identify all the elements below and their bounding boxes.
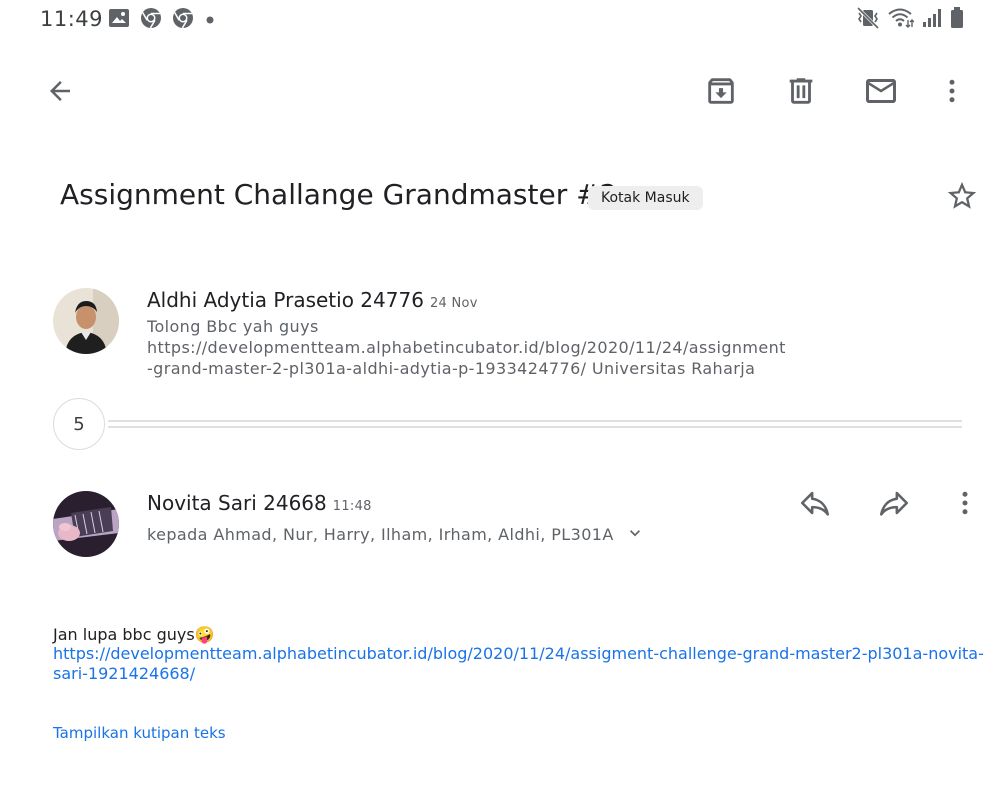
- forward-button[interactable]: [870, 481, 918, 529]
- back-arrow-icon: [45, 76, 75, 110]
- archive-icon: [704, 74, 738, 112]
- delete-button[interactable]: [777, 69, 825, 117]
- collapsed-divider: [108, 420, 962, 422]
- more-vert-icon: [937, 76, 967, 110]
- snippet-line: Tolong Bbc yah guys https://developmentt…: [147, 317, 786, 357]
- chrome-icon: [140, 7, 162, 33]
- wifi-icon: [888, 7, 915, 33]
- message-link[interactable]: https://developmentteam.alphabetincubato…: [53, 644, 984, 683]
- chevron-down-icon[interactable]: [625, 523, 645, 548]
- message-more-button[interactable]: [941, 481, 989, 529]
- recipients-text: kepada Ahmad, Nur, Harry, Ilham, Irham, …: [147, 525, 614, 544]
- signal-icon: [922, 8, 942, 32]
- dot-icon: [204, 11, 216, 30]
- more-options-button[interactable]: [928, 69, 976, 117]
- star-outline-icon: [945, 179, 979, 217]
- message-snippet[interactable]: Tolong Bbc yah guys https://developmentt…: [147, 316, 947, 379]
- status-left-icons: [108, 7, 216, 33]
- reply-button[interactable]: [791, 481, 839, 529]
- snippet-line: -grand-master-2-pl301a-aldhi-adytia-p-19…: [147, 359, 756, 378]
- body-text: Jan lupa bbc guys: [53, 625, 195, 644]
- body-text-line: Jan lupa bbc guys🤪: [53, 625, 984, 644]
- back-button[interactable]: [36, 69, 84, 117]
- delete-icon: [784, 74, 818, 112]
- forward-icon: [877, 486, 911, 524]
- archive-button[interactable]: [697, 69, 745, 117]
- message-row-2-header[interactable]: Novita Sari 24668 11:48: [147, 491, 372, 515]
- reply-icon: [798, 486, 832, 524]
- more-vert-icon: [950, 488, 980, 522]
- status-right-icons: [856, 6, 964, 33]
- link-line: https://developmentteam.alphabetincubato…: [53, 644, 984, 663]
- collapsed-messages-count[interactable]: 5: [53, 398, 105, 450]
- chrome-icon: [172, 7, 194, 33]
- battery-icon: [950, 7, 964, 33]
- mute-vibrate-icon: [856, 6, 880, 33]
- message-time: 24 Nov: [429, 296, 478, 311]
- avatar[interactable]: [53, 491, 119, 557]
- email-subject: Assignment Challange Grandmaster #2: [60, 178, 618, 211]
- sender-name: Novita Sari 24668: [147, 491, 327, 515]
- link-line: sari-1921424668/: [53, 664, 196, 683]
- mark-unread-icon: [863, 73, 899, 113]
- collapsed-divider: [108, 426, 962, 428]
- label-chip[interactable]: Kotak Masuk: [588, 186, 703, 210]
- show-quoted-text-link[interactable]: Tampilkan kutipan teks: [53, 724, 226, 742]
- sender-name: Aldhi Adytia Prasetio 24776: [147, 288, 424, 312]
- image-icon: [108, 8, 130, 32]
- recipients-row[interactable]: kepada Ahmad, Nur, Harry, Ilham, Irham, …: [147, 523, 645, 548]
- message-row-1-header[interactable]: Aldhi Adytia Prasetio 24776 24 Nov: [147, 288, 478, 312]
- avatar[interactable]: [53, 288, 119, 354]
- star-button[interactable]: [942, 178, 982, 218]
- message-body: Jan lupa bbc guys🤪 https://developmentte…: [53, 625, 984, 684]
- emoji: 🤪: [194, 625, 215, 644]
- status-time: 11:49: [40, 7, 104, 31]
- message-time: 11:48: [332, 499, 372, 514]
- mark-unread-button[interactable]: [857, 69, 905, 117]
